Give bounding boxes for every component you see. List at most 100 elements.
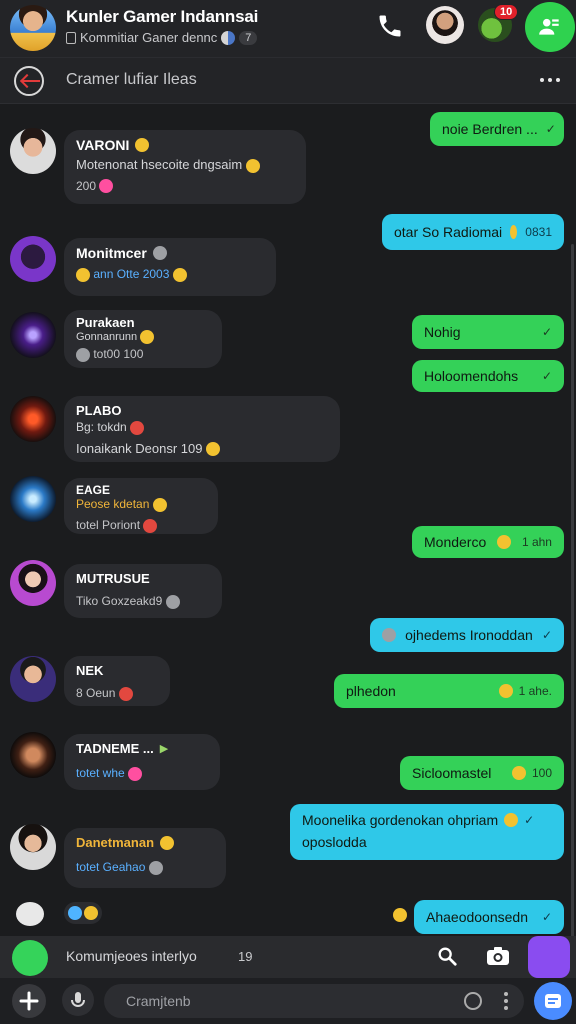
group-subtitle-text: Kommitiar Ganer dennc [80, 30, 218, 45]
outgoing-message[interactable]: noie Berdren ... ✓ [430, 112, 564, 146]
emoji-icon [76, 267, 90, 282]
avatar[interactable] [10, 312, 56, 358]
scrollbar[interactable] [571, 244, 574, 1014]
sender-name-text: PLABO [76, 403, 122, 418]
outgoing-text: otar So Radiomai [394, 224, 503, 240]
message-meta: 1 ahe. [498, 684, 552, 698]
apps-button[interactable] [528, 936, 570, 978]
outgoing-message[interactable]: ojhedems Ironoddan ✓ [370, 618, 564, 652]
incoming-message[interactable]: PLABO Bg: tokdn Ionaikank Deonsr 109 [64, 396, 340, 462]
avatar[interactable] [10, 128, 56, 174]
outgoing-message[interactable]: Nohig ✓ [412, 315, 564, 349]
message-subtitle-text: Gonnanrunn [76, 330, 138, 343]
outgoing-message[interactable]: Holoomendohs ✓ [412, 360, 564, 392]
sender-name: Danetmanan [76, 835, 214, 850]
sender-name-text: MUTRUSUE [76, 571, 150, 586]
incoming-message[interactable]: Danetmanan totet Geahao [64, 828, 226, 888]
more-vertical-icon[interactable] [504, 992, 508, 1010]
sender-name: MUTRUSUE [76, 571, 210, 586]
emoji-icon [393, 908, 407, 922]
outgoing-message[interactable]: plhedon 1 ahe. [334, 674, 564, 708]
avatar[interactable] [10, 560, 56, 606]
emoji-icon [504, 813, 519, 827]
camera-icon[interactable] [486, 946, 510, 966]
avatar[interactable] [10, 656, 56, 702]
sticker-button[interactable] [12, 940, 48, 976]
avatar[interactable] [10, 396, 56, 442]
phone-small-icon [66, 31, 76, 44]
message-subtitle: Bg: tokdn [76, 420, 328, 435]
sender-name-text: Monitmcer [76, 245, 147, 261]
chat-header: Kunler Gamer Indannsai Kommitiar Ganer d… [0, 0, 576, 58]
user-avatar[interactable] [426, 6, 464, 44]
more-options-icon[interactable] [540, 78, 560, 84]
message-meta: 200 [76, 179, 294, 194]
incoming-message[interactable]: EAGE Peose kdetan totel Poriont [64, 478, 218, 534]
message-meta: totel Poriont [76, 518, 206, 533]
emoji-icon [84, 906, 98, 920]
group-avatar[interactable] [10, 5, 56, 51]
emoji-icon [148, 860, 163, 875]
send-button[interactable] [534, 982, 572, 1020]
outgoing-message[interactable]: Moonelika gordenokan ohpriam ✓ oposlodda [290, 804, 564, 860]
outgoing-line: Moonelika gordenokan ohpriam ✓ [302, 812, 552, 828]
search-icon[interactable] [436, 945, 458, 967]
sender-name: PLABO [76, 403, 328, 418]
outgoing-message[interactable]: otar So Radiomai 0831 [382, 214, 564, 250]
message-text-content: ann Otte 2003 [93, 267, 170, 281]
outgoing-message[interactable]: Monderco 1 ahn [412, 526, 564, 558]
message-input[interactable]: Cramjtenb [104, 984, 524, 1018]
message-text: Ionaikank Deonsr 109 [76, 441, 328, 457]
microphone-button[interactable] [62, 984, 94, 1016]
microphone-icon [71, 992, 85, 1008]
incoming-message[interactable]: VARONI Motenonat hsecoite dngsaim 200 [64, 130, 306, 204]
outgoing-text: Sicloomastel [412, 765, 492, 781]
member-count: 7 [239, 30, 258, 45]
incoming-message[interactable]: MUTRUSUE Tiko Goxzeakd9 [64, 564, 222, 618]
incoming-message[interactable]: Purakaen Gonnanrunn tot00 100 [64, 310, 222, 368]
group-title[interactable]: Kunler Gamer Indannsai [66, 7, 258, 27]
new-chat-button[interactable] [525, 2, 575, 52]
sender-name-text: VARONI [76, 137, 130, 153]
emoji-icon [160, 835, 175, 850]
emoji-icon [498, 684, 513, 698]
message-time: 0831 [525, 225, 552, 239]
outgoing-message[interactable]: Ahaeodoonsedn ✓ [414, 900, 564, 934]
sender-name-text: Purakaen [76, 315, 135, 330]
play-icon: ▶ [159, 743, 169, 755]
reaction-chip[interactable] [64, 902, 102, 924]
composer-label: Komumjeoes interlyo [66, 948, 197, 964]
sticker-icon[interactable] [16, 902, 44, 926]
incoming-message[interactable]: NEK 8 Oeun [64, 656, 170, 706]
outgoing-text: Nohig [424, 324, 461, 340]
outgoing-text: ojhedems Ironoddan [405, 627, 533, 643]
avatar[interactable] [10, 236, 56, 282]
read-check-icon: ✓ [541, 628, 552, 642]
emoji-icon [152, 497, 167, 512]
message-text-content: totet Geahao [76, 860, 146, 874]
emoji-icon [143, 518, 158, 533]
message-list[interactable]: VARONI Motenonat hsecoite dngsaim 200 no… [0, 104, 576, 1014]
outgoing-text: Ahaeodoonsedn [426, 909, 528, 925]
read-check-icon: ✓ [541, 910, 552, 924]
avatar[interactable] [10, 824, 56, 870]
message-meta: tot00 100 [76, 347, 210, 362]
add-attachment-button[interactable] [12, 984, 46, 1018]
emoji-icon [172, 267, 187, 282]
emoji-picker-icon[interactable] [464, 992, 482, 1010]
message-subtitle: Gonnanrunn [76, 330, 210, 344]
avatar[interactable] [10, 476, 56, 522]
call-icon[interactable] [376, 12, 404, 40]
emoji-icon [128, 766, 143, 781]
message-input-placeholder: Cramjtenb [126, 993, 191, 1009]
back-arrow-icon[interactable] [14, 66, 44, 96]
sender-name: VARONI [76, 137, 294, 153]
avatar[interactable] [10, 732, 56, 778]
outgoing-message[interactable]: Sicloomastel 100 [400, 756, 564, 790]
incoming-message[interactable]: TADNEME ... ▶ totet whe [64, 734, 220, 790]
incoming-message[interactable]: Monitmcer ann Otte 2003 [64, 238, 276, 296]
message-meta-text: totel Poriont [76, 517, 141, 532]
emoji-icon [382, 628, 396, 642]
message-time: 100 [531, 766, 552, 780]
emoji-icon [206, 442, 221, 457]
